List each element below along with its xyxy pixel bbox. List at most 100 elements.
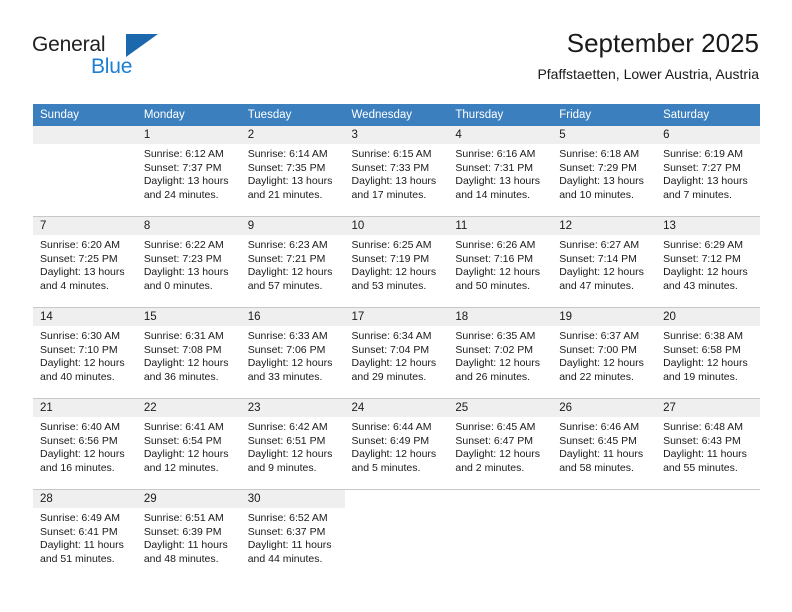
daylight-duration-line2: and 7 minutes.	[663, 188, 732, 201]
calendar-day-cell[interactable]: 14 Sunrise: 6:30 AM Sunset: 7:10 PM Dayligh…	[33, 307, 137, 399]
sunrise-time: Sunrise: 6:37 AM	[559, 330, 640, 342]
daylight-duration-line1: Daylight: 12 hours	[663, 357, 748, 370]
daylight-duration-line1: Daylight: 13 hours	[351, 175, 437, 188]
calendar-day-cell[interactable]	[552, 489, 657, 580]
sunset-time: Sunset: 7:31 PM	[455, 161, 534, 174]
daylight-duration-line2: and 29 minutes.	[351, 370, 427, 383]
day-number: 26	[552, 399, 657, 417]
sunset-time: Sunset: 7:10 PM	[40, 343, 118, 356]
daylight-duration-line1: Daylight: 12 hours	[455, 266, 541, 279]
calendar-day-cell[interactable]	[344, 489, 449, 580]
day-number: 10	[344, 217, 449, 235]
sunrise-time: Sunrise: 6:31 AM	[143, 330, 224, 342]
day-details: Sunrise: 6:19 AM Sunset: 7:27 PM Daylight:…	[656, 144, 760, 202]
sunrise-time: Sunrise: 6:16 AM	[455, 148, 536, 160]
daylight-duration-line1: Daylight: 12 hours	[455, 357, 541, 370]
calendar-week-row: 1 Sunrise: 6:12 AM Sunset: 7:37 PM Daylight…	[33, 126, 760, 217]
calendar-day-cell[interactable]	[448, 489, 553, 580]
day-cell-content: 25 Sunrise: 6:45 AM Sunset: 6:47 PM Dayligh…	[448, 399, 553, 489]
calendar-day-cell[interactable]: 20 Sunrise: 6:38 AM Sunset: 6:58 PM Dayligh…	[656, 307, 760, 399]
daylight-duration-line1: Daylight: 12 hours	[351, 357, 437, 370]
calendar-day-cell[interactable]: 3 Sunrise: 6:15 AM Sunset: 7:33 PM Daylight…	[344, 126, 449, 217]
day-details: Sunrise: 6:48 AM Sunset: 6:43 PM Daylight:…	[656, 417, 760, 475]
sunrise-time: Sunrise: 6:38 AM	[663, 330, 744, 342]
sunset-time: Sunset: 7:33 PM	[351, 161, 430, 174]
calendar-day-cell[interactable]: 7 Sunrise: 6:20 AM Sunset: 7:25 PM Daylight…	[33, 216, 137, 308]
sunset-time: Sunset: 6:45 PM	[559, 434, 637, 447]
sunset-time: Sunset: 7:35 PM	[247, 161, 326, 174]
page-subtitle: Pfaffstaetten, Lower Austria, Austria	[537, 66, 759, 82]
calendar-day-cell[interactable]: 25 Sunrise: 6:45 AM Sunset: 6:47 PM Dayligh…	[448, 398, 553, 490]
calendar-day-cell[interactable]: 5 Sunrise: 6:18 AM Sunset: 7:29 PM Daylight…	[552, 126, 657, 217]
day-number: 4	[448, 126, 553, 144]
daylight-duration-line2: and 40 minutes.	[40, 370, 115, 383]
calendar-day-cell[interactable]: 26 Sunrise: 6:46 AM Sunset: 6:45 PM Dayligh…	[552, 398, 657, 490]
calendar-day-cell[interactable]: 2 Sunrise: 6:14 AM Sunset: 7:35 PM Daylight…	[240, 126, 345, 217]
sunset-time: Sunset: 7:12 PM	[663, 252, 741, 265]
calendar-day-cell[interactable]: 30 Sunrise: 6:52 AM Sunset: 6:37 PM Dayligh…	[240, 489, 345, 580]
daylight-duration-line1: Daylight: 12 hours	[143, 448, 229, 461]
daylight-duration-line1: Daylight: 12 hours	[351, 448, 437, 461]
sunset-time: Sunset: 6:56 PM	[40, 434, 118, 447]
daylight-duration-line1: Daylight: 12 hours	[247, 448, 333, 461]
day-cell-content: 18 Sunrise: 6:35 AM Sunset: 7:02 PM Dayligh…	[448, 308, 553, 398]
day-number: 7	[33, 217, 137, 235]
calendar-day-cell[interactable]: 22 Sunrise: 6:41 AM Sunset: 6:54 PM Dayligh…	[136, 398, 241, 490]
sunset-time: Sunset: 6:39 PM	[143, 525, 222, 538]
calendar-day-cell[interactable]: 29 Sunrise: 6:51 AM Sunset: 6:39 PM Dayligh…	[136, 489, 241, 580]
daylight-duration-line1: Daylight: 13 hours	[40, 266, 125, 279]
day-details: Sunrise: 6:27 AM Sunset: 7:14 PM Daylight:…	[552, 235, 656, 293]
calendar-day-cell[interactable]: 23 Sunrise: 6:42 AM Sunset: 6:51 PM Dayligh…	[240, 398, 345, 490]
calendar-day-cell[interactable]: 15 Sunrise: 6:31 AM Sunset: 7:08 PM Dayligh…	[136, 307, 241, 399]
day-details: Sunrise: 6:30 AM Sunset: 7:10 PM Daylight:…	[33, 326, 137, 384]
calendar-day-cell[interactable]: 17 Sunrise: 6:34 AM Sunset: 7:04 PM Dayligh…	[344, 307, 449, 399]
day-details: Sunrise: 6:51 AM Sunset: 6:39 PM Daylight:…	[137, 508, 241, 566]
sunrise-time: Sunrise: 6:51 AM	[143, 512, 224, 524]
day-details: Sunrise: 6:34 AM Sunset: 7:04 PM Daylight:…	[345, 326, 449, 384]
daylight-duration-line1: Daylight: 13 hours	[663, 175, 748, 188]
day-cell-content: 1 Sunrise: 6:12 AM Sunset: 7:37 PM Daylight…	[136, 126, 241, 216]
day-cell-content: 20 Sunrise: 6:38 AM Sunset: 6:58 PM Dayligh…	[656, 308, 760, 398]
sunset-time: Sunset: 7:27 PM	[663, 161, 741, 174]
daylight-duration-line2: and 19 minutes.	[663, 370, 738, 383]
daylight-duration-line1: Daylight: 13 hours	[247, 175, 333, 188]
day-cell-content: 17 Sunrise: 6:34 AM Sunset: 7:04 PM Dayligh…	[344, 308, 449, 398]
calendar-day-cell[interactable]: 13 Sunrise: 6:29 AM Sunset: 7:12 PM Dayligh…	[656, 216, 760, 308]
calendar-day-cell[interactable]: 27 Sunrise: 6:48 AM Sunset: 6:43 PM Dayligh…	[656, 398, 760, 490]
day-details: Sunrise: 6:20 AM Sunset: 7:25 PM Daylight:…	[33, 235, 137, 293]
daylight-duration-line1: Daylight: 13 hours	[143, 266, 229, 279]
calendar-day-cell[interactable]: 16 Sunrise: 6:33 AM Sunset: 7:06 PM Dayligh…	[240, 307, 345, 399]
calendar-day-cell[interactable]	[33, 126, 137, 217]
calendar-day-cell[interactable]: 8 Sunrise: 6:22 AM Sunset: 7:23 PM Daylight…	[136, 216, 241, 308]
day-details: Sunrise: 6:33 AM Sunset: 7:06 PM Daylight:…	[241, 326, 345, 384]
calendar-week-row: 7 Sunrise: 6:20 AM Sunset: 7:25 PM Daylight…	[33, 216, 760, 308]
day-number: 24	[344, 399, 449, 417]
calendar-day-cell[interactable]: 1 Sunrise: 6:12 AM Sunset: 7:37 PM Daylight…	[136, 126, 241, 217]
day-details: Sunrise: 6:37 AM Sunset: 7:00 PM Daylight:…	[552, 326, 656, 384]
calendar-day-cell[interactable]: 11 Sunrise: 6:26 AM Sunset: 7:16 PM Dayligh…	[448, 216, 553, 308]
calendar-day-cell[interactable]: 12 Sunrise: 6:27 AM Sunset: 7:14 PM Dayligh…	[552, 216, 657, 308]
daylight-duration-line1: Daylight: 13 hours	[455, 175, 541, 188]
day-number: 8	[136, 217, 241, 235]
day-details: Sunrise: 6:15 AM Sunset: 7:33 PM Daylight:…	[345, 144, 449, 202]
calendar-day-cell[interactable]: 28 Sunrise: 6:49 AM Sunset: 6:41 PM Dayligh…	[33, 489, 137, 580]
daylight-duration-line1: Daylight: 11 hours	[559, 448, 644, 461]
calendar-day-cell[interactable]: 9 Sunrise: 6:23 AM Sunset: 7:21 PM Daylight…	[240, 216, 345, 308]
sunset-time: Sunset: 7:00 PM	[559, 343, 637, 356]
day-cell-content	[552, 490, 656, 580]
calendar-day-cell[interactable]: 21 Sunrise: 6:40 AM Sunset: 6:56 PM Dayligh…	[33, 398, 137, 490]
calendar-day-cell[interactable]: 4 Sunrise: 6:16 AM Sunset: 7:31 PM Daylight…	[448, 126, 553, 217]
sunset-time: Sunset: 7:21 PM	[247, 252, 326, 265]
calendar-day-cell[interactable]	[656, 489, 760, 580]
day-cell-content: 9 Sunrise: 6:23 AM Sunset: 7:21 PM Daylight…	[240, 217, 345, 307]
day-cell-content: 13 Sunrise: 6:29 AM Sunset: 7:12 PM Dayligh…	[656, 217, 760, 307]
day-number: 11	[448, 217, 553, 235]
daylight-duration-line2: and 47 minutes.	[559, 279, 634, 292]
calendar-day-cell[interactable]: 10 Sunrise: 6:25 AM Sunset: 7:19 PM Dayligh…	[344, 216, 449, 308]
generalblue-logo[interactable]: General Blue	[32, 33, 182, 81]
calendar-day-cell[interactable]: 24 Sunrise: 6:44 AM Sunset: 6:49 PM Dayligh…	[344, 398, 449, 490]
calendar-day-cell[interactable]: 18 Sunrise: 6:35 AM Sunset: 7:02 PM Dayligh…	[448, 307, 553, 399]
sunrise-time: Sunrise: 6:44 AM	[351, 421, 432, 433]
calendar-day-cell[interactable]: 6 Sunrise: 6:19 AM Sunset: 7:27 PM Daylight…	[656, 126, 760, 217]
calendar-day-cell[interactable]: 19 Sunrise: 6:37 AM Sunset: 7:00 PM Dayligh…	[552, 307, 657, 399]
